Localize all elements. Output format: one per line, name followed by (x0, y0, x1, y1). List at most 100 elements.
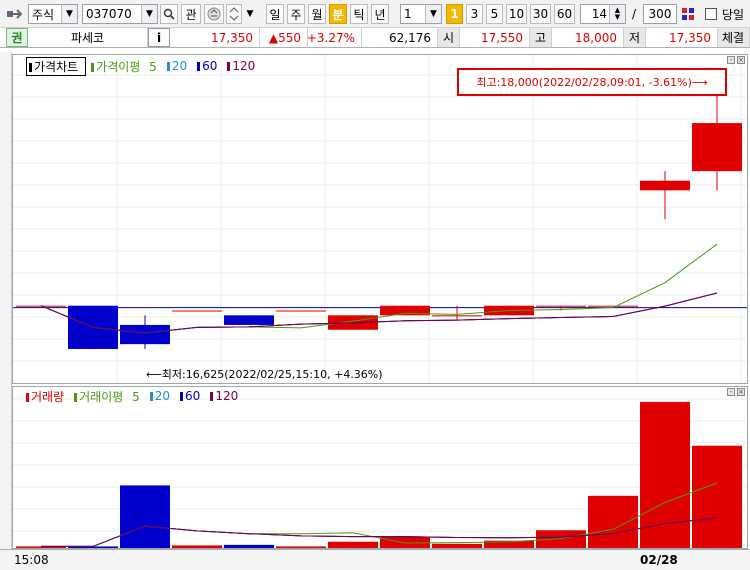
volume-bar (536, 530, 586, 548)
interval-3-button[interactable]: 3 (466, 4, 483, 24)
volume-ma20-legend[interactable]: 20 (149, 389, 175, 403)
period-tick-button[interactable]: 틱 (350, 4, 368, 24)
ma5-line (40, 243, 718, 334)
watchlist-button[interactable]: 관 (181, 4, 201, 24)
legend-marker (227, 62, 231, 71)
candle-body (224, 315, 274, 325)
link-icon[interactable] (204, 4, 224, 24)
price-ma-label: 가격이평 (96, 59, 141, 74)
stock-code-value: 037070 (86, 7, 132, 21)
interval-5-label: 5 (490, 7, 499, 21)
period-week-button[interactable]: 주 (287, 4, 305, 24)
period-tick-label: 틱 (353, 7, 365, 22)
same-day-checkbox[interactable] (704, 4, 718, 24)
candle-body (120, 324, 170, 345)
minimize-icon[interactable]: - (727, 388, 735, 396)
chevron-down-icon[interactable]: ▼ (244, 4, 256, 24)
time-axis-start-label: 15:08 (14, 553, 49, 567)
period-year-button[interactable]: 년 (371, 4, 389, 24)
price-legend-title[interactable]: 가격차트 (26, 56, 87, 76)
period-minute-button[interactable]: 분 (329, 4, 347, 24)
legend-marker (149, 392, 153, 401)
close-icon[interactable]: × (737, 388, 745, 396)
watchlist-button-label: 관 (185, 7, 197, 22)
count-max-value: 300 (648, 7, 672, 21)
count-max-input[interactable]: 300 (643, 4, 677, 24)
quote-bar: 권 파세코 i 17,350 ▲550 +3.27% 62,176 시 17,5… (0, 28, 750, 48)
high-value-text: 18,000 (575, 30, 617, 45)
search-icon[interactable] (160, 4, 178, 24)
interval-1-button[interactable]: 1 (446, 4, 463, 24)
volume-chart-panel[interactable]: - × (12, 386, 748, 549)
max-price-annotation: 최고:18,000(2022/02/28,09:01, -3.61%) ⟶ (457, 68, 727, 96)
candle-body (172, 310, 222, 312)
volume-bar (172, 545, 222, 548)
volume-ma60-legend[interactable]: 60 (180, 389, 205, 403)
price-legend-title-text: 가격차트 (34, 59, 79, 74)
price-legend: 가격차트 가격이평 5 20 60 120 (26, 56, 265, 76)
interval-60-button[interactable]: 60 (554, 4, 575, 24)
chevron-down-icon[interactable]: ▼ (61, 5, 77, 23)
chevron-down-icon[interactable]: ▼ (141, 5, 157, 23)
close-icon[interactable]: × (737, 56, 745, 64)
period-day-button[interactable]: 일 (266, 4, 284, 24)
interval-5-button[interactable]: 5 (486, 4, 503, 24)
stock-name-text: 파세코 (70, 31, 105, 45)
open-label: 시 (438, 28, 460, 47)
interval-10-label: 10 (508, 7, 525, 21)
low-label: 저 (624, 28, 646, 47)
trade-tab[interactable]: 체결 (718, 28, 750, 47)
price-ma120-legend[interactable]: 120 (227, 59, 260, 73)
legend-marker (91, 62, 95, 72)
candle-body (536, 305, 586, 307)
interval-10-button[interactable]: 10 (506, 4, 527, 24)
candle-body (640, 180, 690, 191)
interval-30-button[interactable]: 30 (530, 4, 551, 24)
price-chart (13, 55, 747, 383)
legend-marker (197, 62, 201, 71)
volume-ma-20: 20 (154, 389, 171, 403)
price-ma-legend[interactable]: 가격이평 5 (91, 58, 162, 75)
current-price-text: 17,350 (211, 30, 253, 45)
same-day-label: 당일 (722, 4, 750, 24)
period-month-button[interactable]: 월 (308, 4, 326, 24)
info-button-label: i (156, 30, 162, 45)
stock-code-input[interactable]: 037070 ▼ (82, 4, 158, 24)
info-button[interactable]: i (148, 28, 170, 47)
price-ma20-legend[interactable]: 20 (166, 59, 192, 73)
low-value-text: 17,350 (669, 30, 711, 45)
price-ma-120: 120 (232, 59, 256, 73)
price-ma60-legend[interactable]: 60 (197, 59, 222, 73)
volume-ma-label: 거래이평 (79, 389, 124, 404)
volume-legend-title[interactable]: 거래량 (26, 388, 69, 405)
count-separator-text: / (631, 7, 637, 21)
count-value: 14 (591, 7, 607, 21)
market-select[interactable]: 주식 ▼ (28, 4, 78, 24)
period-month-label: 월 (311, 7, 323, 22)
rights-badge: 권 (6, 28, 28, 47)
interval-select[interactable]: 1 ▼ (400, 4, 442, 24)
interval-select-value: 1 (404, 7, 412, 21)
panel-toggle-icon[interactable] (6, 4, 26, 24)
volume-ma120-legend[interactable]: 120 (210, 389, 243, 403)
stepper-icon[interactable] (226, 4, 242, 24)
stepper-icon[interactable]: ▲ ▼ (609, 5, 625, 23)
volume-bar (328, 541, 378, 548)
count-stepper[interactable]: 14 ▲ ▼ (580, 4, 626, 24)
price-ma-60: 60 (202, 59, 218, 73)
open-value: 17,550 (460, 28, 530, 47)
price-chart-panel[interactable]: - × (12, 54, 748, 384)
left-scale-strip (0, 52, 12, 552)
count-separator: / (628, 4, 640, 24)
minimize-icon[interactable]: - (727, 56, 735, 64)
volume-ma-legend[interactable]: 거래이평 5 (74, 388, 145, 405)
chevron-down-icon[interactable]: ▼ (425, 5, 441, 23)
settings-icon[interactable] (680, 4, 696, 24)
volume-legend: 거래량 거래이평 5 20 60 120 (26, 388, 248, 404)
volume-bar (276, 546, 326, 548)
checkbox-icon[interactable] (705, 8, 717, 20)
volume-ma-120: 120 (215, 389, 239, 403)
legend-marker (26, 392, 29, 402)
min-price-annotation: ⟵최저:16,625(2022/02/25,15:10, +4.36%) (146, 366, 383, 382)
volume-legend-title-text: 거래량 (31, 389, 65, 404)
